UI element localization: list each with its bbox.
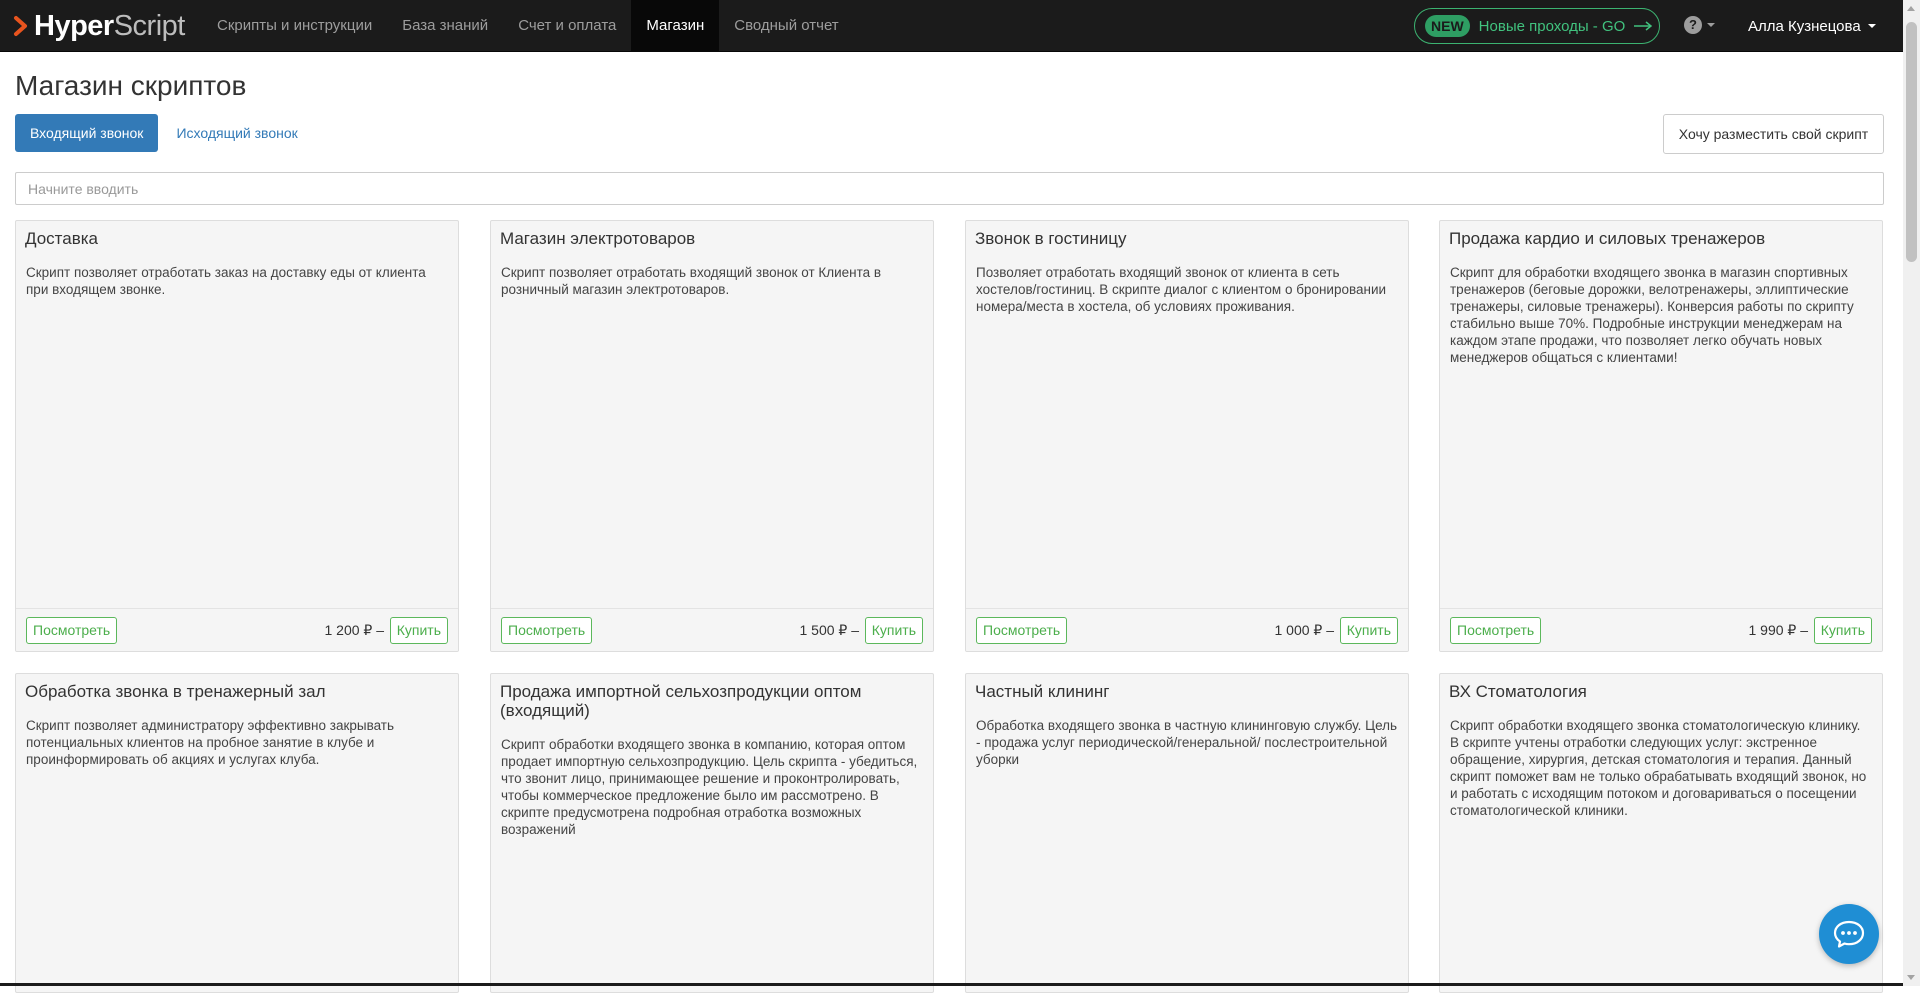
- view-button[interactable]: Посмотреть: [976, 617, 1068, 644]
- nav-item-billing[interactable]: Счет и оплата: [503, 0, 631, 52]
- buy-button[interactable]: Купить: [1339, 617, 1398, 644]
- card-title: Магазин электротоваров: [500, 229, 696, 248]
- card-description: Скрипт для обработки входящего звонка в …: [1450, 265, 1854, 365]
- card-footer: Посмотреть 1 500 ₽ – Купить: [491, 608, 933, 651]
- card-title: Обработка звонка в тренажерный зал: [25, 682, 326, 701]
- view-button[interactable]: Посмотреть: [26, 617, 118, 644]
- logo-text: HyperScript: [34, 10, 185, 42]
- buy-button[interactable]: Купить: [389, 617, 448, 644]
- logo-chevron-icon: [14, 16, 27, 36]
- card-price: 1 200 ₽ –: [324, 622, 384, 638]
- main-nav: Скрипты и инструкции База знаний Счет и …: [202, 0, 854, 52]
- tab-incoming-call[interactable]: Входящий звонок: [15, 114, 159, 152]
- logo-text-light: Script: [113, 10, 186, 42]
- scrollbar-thumb[interactable]: [1906, 22, 1917, 262]
- card-description: Скрипт позволяет отработать заказ на дос…: [26, 265, 426, 297]
- nav-item-store[interactable]: Магазин: [631, 0, 720, 52]
- card-title: Продажа кардио и силовых тренажеров: [1449, 229, 1766, 248]
- chat-widget-button[interactable]: [1819, 904, 1879, 964]
- page-scrollbar[interactable]: [1903, 0, 1920, 986]
- card-description: Скрипт позволяет администратору эффектив…: [26, 718, 395, 767]
- logo[interactable]: HyperScript: [12, 10, 185, 42]
- script-card-electronics-store: Магазин электротоваров Скрипт позволяет …: [490, 220, 934, 652]
- scroll-down-arrow-icon[interactable]: [1907, 975, 1915, 980]
- card-footer: Посмотреть 1 990 ₽ – Купить: [1440, 608, 1882, 651]
- buy-button[interactable]: Купить: [864, 617, 923, 644]
- card-description: Скрипт позволяет отработать входящий зво…: [501, 265, 882, 297]
- call-type-tabs: Входящий звонок Исходящий звонок: [15, 114, 313, 152]
- script-card-dentistry: ВХ Стоматология Скрипт обработки входяще…: [1439, 673, 1883, 993]
- card-footer: Посмотреть 1 000 ₽ – Купить: [966, 608, 1408, 651]
- nav-item-knowledge-base[interactable]: База знаний: [387, 0, 503, 52]
- nav-item-scripts[interactable]: Скрипты и инструкции: [202, 0, 387, 52]
- user-name: Алла Кузнецова: [1748, 17, 1861, 35]
- new-features-button[interactable]: NEW Новые проходы - GO: [1414, 8, 1660, 44]
- caret-down-icon: [1707, 23, 1715, 27]
- card-description: Скрипт обработки входящего звонка стомат…: [1450, 718, 1867, 818]
- script-card-agro-wholesale: Продажа импортной сельхозпродукции оптом…: [490, 673, 934, 993]
- search-input[interactable]: [15, 172, 1884, 205]
- card-title: Частный клининг: [975, 682, 1110, 701]
- card-footer: Посмотреть 1 200 ₽ – Купить: [16, 608, 458, 651]
- card-title: Доставка: [25, 229, 99, 248]
- page-title: Магазин скриптов: [15, 70, 247, 101]
- place-script-button[interactable]: Хочу разместить свой скрипт: [1663, 114, 1884, 154]
- scroll-up-arrow-icon[interactable]: [1907, 6, 1915, 11]
- script-card-gym-call: Обработка звонка в тренажерный зал Скрип…: [15, 673, 459, 993]
- script-card-hotel-call: Звонок в гостиницу Позволяет отработать …: [965, 220, 1409, 652]
- card-description: Скрипт обработки входящего звонка в комп…: [501, 737, 918, 837]
- chat-bubble-icon: [1833, 920, 1865, 948]
- caret-down-icon: [1867, 24, 1876, 28]
- tab-outgoing-call[interactable]: Исходящий звонок: [161, 114, 312, 152]
- card-description: Позволяет отработать входящий звонок от …: [976, 265, 1387, 314]
- view-button[interactable]: Посмотреть: [501, 617, 593, 644]
- new-features-label: Новые проходы - GO: [1478, 17, 1626, 35]
- view-button[interactable]: Посмотреть: [1450, 617, 1542, 644]
- script-card-private-cleaning: Частный клининг Обработка входящего звон…: [965, 673, 1409, 993]
- buy-button[interactable]: Купить: [1813, 617, 1872, 644]
- new-badge: NEW: [1425, 15, 1470, 37]
- script-card-delivery: Доставка Скрипт позволяет отработать зак…: [15, 220, 459, 652]
- arrow-right-icon: [1634, 21, 1653, 31]
- card-price: 1 990 ₽ –: [1748, 622, 1808, 638]
- script-card-fitness-equipment: Продажа кардио и силовых тренажеров Скри…: [1439, 220, 1883, 652]
- top-navbar: HyperScript Скрипты и инструкции База зн…: [0, 0, 1920, 52]
- help-dropdown[interactable]: ?: [1684, 16, 1715, 34]
- card-title: Звонок в гостиницу: [975, 229, 1127, 248]
- card-price: 1 000 ₽ –: [1274, 622, 1334, 638]
- card-title: Продажа импортной сельхозпродукции оптом…: [500, 682, 862, 720]
- help-icon: ?: [1684, 16, 1702, 34]
- card-description: Обработка входящего звонка в частную кли…: [976, 718, 1398, 767]
- card-price: 1 500 ₽ –: [799, 622, 859, 638]
- card-title: ВХ Стоматология: [1449, 682, 1587, 701]
- user-menu[interactable]: Алла Кузнецова: [1748, 0, 1876, 52]
- logo-text-bold: Hyper: [34, 10, 114, 42]
- nav-item-summary-report[interactable]: Сводный отчет: [719, 0, 853, 52]
